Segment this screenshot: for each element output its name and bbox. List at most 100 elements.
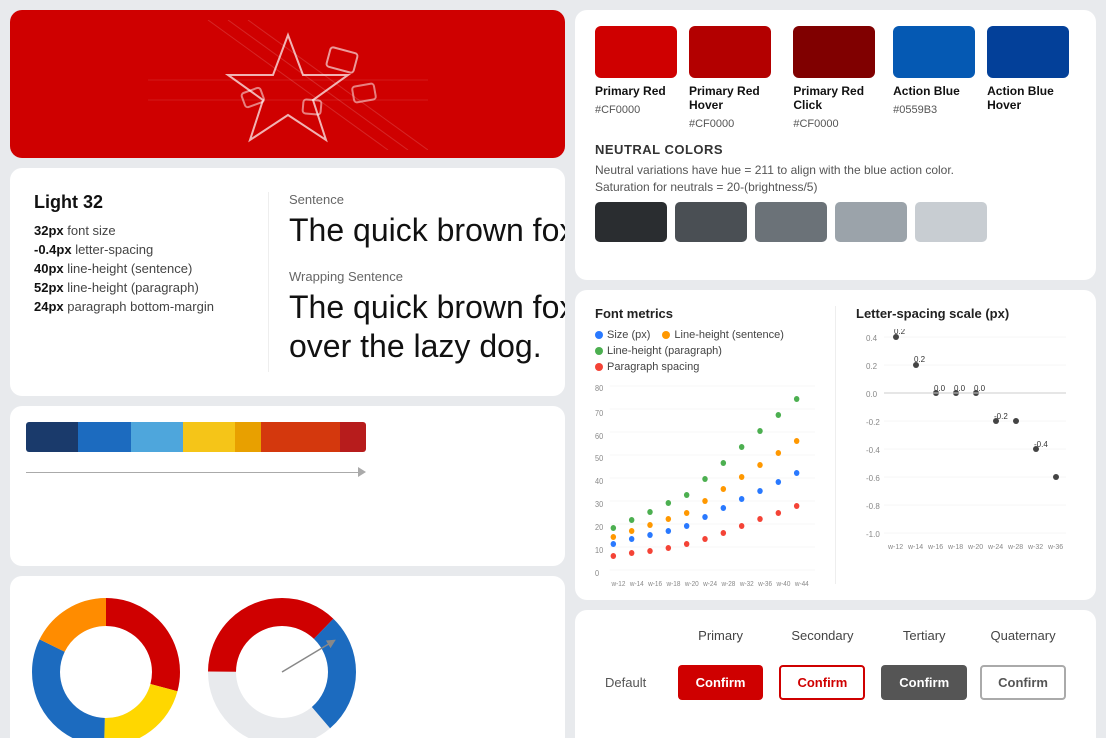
svg-text:70: 70	[595, 409, 603, 418]
typo-spec-bm: 24px paragraph bottom-margin	[34, 299, 244, 314]
svg-text:10: 10	[595, 546, 603, 555]
bar-seg-7	[340, 422, 366, 452]
letter-spacing-area: 0.4 0.2 0.0 -0.2 -0.4 -0.6 -0.8 -1.0	[856, 329, 1076, 549]
color-bars-card	[10, 406, 565, 566]
svg-text:w-20: w-20	[967, 544, 983, 551]
typo-spec-size: 32px font size	[34, 223, 244, 238]
font-metrics-legend: Size (px) Line-height (sentence) Line-he…	[595, 329, 815, 373]
col-header-label	[601, 628, 669, 655]
svg-text:w-24: w-24	[987, 544, 1003, 551]
neutral-desc-1: Neutral variations have hue = 211 to ali…	[595, 163, 1076, 177]
arrow-line	[26, 472, 358, 473]
legend-lhp: Line-height (paragraph)	[595, 345, 722, 357]
swatch-box-primary-red-click	[793, 26, 875, 78]
row-label-default: Default	[601, 657, 669, 708]
svg-text:0.4: 0.4	[866, 334, 878, 343]
swatch-box-action-blue-hover	[987, 26, 1069, 78]
primary-confirm-button[interactable]: Confirm	[678, 665, 764, 700]
svg-text:0.2: 0.2	[866, 362, 878, 371]
svg-text:60: 60	[595, 432, 603, 441]
typo-samples: Sentence The quick brown fox ju Wrapping…	[268, 192, 565, 372]
charts-card: Font metrics Size (px) Line-height (sent…	[575, 290, 1096, 600]
swatch-hex-primary-red-click: #CF0000	[793, 118, 881, 130]
svg-text:-0.4: -0.4	[866, 446, 880, 455]
swatch-hex-primary-red-hover: #CF0000	[689, 118, 781, 130]
btn-row-default: Default Confirm Confirm Confirm Confirm	[601, 657, 1070, 708]
col-header-tertiary: Tertiary	[874, 628, 974, 655]
swatch-hex-primary-red: #CF0000	[595, 104, 677, 116]
letter-spacing-title: Letter-spacing scale (px)	[856, 306, 1076, 321]
bar-seg-2	[78, 422, 130, 452]
font-metrics-chart: Font metrics Size (px) Line-height (sent…	[595, 306, 815, 584]
legend-dot-size	[595, 331, 603, 339]
legend-label-size: Size (px)	[607, 329, 650, 341]
svg-text:40: 40	[595, 477, 603, 486]
cell-secondary-default[interactable]: Confirm	[772, 657, 872, 708]
legend-label-lhs: Line-height (sentence)	[674, 329, 783, 341]
arrow-row	[26, 464, 366, 480]
arrow-head	[358, 467, 366, 477]
swatch-box-primary-red-hover	[689, 26, 771, 78]
typo-spec-lhs: 40px line-height (sentence)	[34, 261, 244, 276]
svg-text:w-36: w-36	[757, 581, 772, 588]
typo-spec-lhp: 52px line-height (paragraph)	[34, 280, 244, 295]
cell-quaternary-default[interactable]: Confirm	[976, 657, 1070, 708]
cell-tertiary-default[interactable]: Confirm	[874, 657, 974, 708]
swatch-action-blue: Action Blue #0559B3	[893, 26, 975, 130]
svg-text:w-16: w-16	[647, 581, 662, 588]
swatch-box-primary-red	[595, 26, 677, 78]
sentence-label: Sentence	[289, 192, 565, 207]
chart-divider	[835, 306, 836, 584]
right-panel: Primary Red #CF0000 Primary Red Hover #C…	[575, 0, 1106, 738]
swatch-action-blue-hover: Action Blue Hover	[987, 26, 1076, 130]
neutral-swatch-1	[595, 202, 667, 242]
donut-2	[202, 592, 362, 738]
svg-text:-0.6: -0.6	[866, 474, 880, 483]
svg-text:-0.8: -0.8	[866, 502, 880, 511]
legend-label-lhp: Line-height (paragraph)	[607, 345, 722, 357]
bar-seg-4	[183, 422, 235, 452]
svg-text:w-18: w-18	[666, 581, 681, 588]
col-header-quaternary: Quaternary	[976, 628, 1070, 655]
neutral-swatch-3	[755, 202, 827, 242]
svg-text:30: 30	[595, 500, 603, 509]
bar-seg-5	[235, 422, 261, 452]
legend-size: Size (px)	[595, 329, 650, 341]
swatch-hex-action-blue: #0559B3	[893, 104, 975, 116]
donut-1	[26, 592, 186, 738]
quaternary-confirm-button[interactable]: Confirm	[980, 665, 1066, 700]
typo-title: Light 32	[34, 192, 244, 213]
svg-text:80: 80	[595, 384, 603, 393]
svg-text:-0.2: -0.2	[866, 418, 880, 427]
legend-dot-lhp	[595, 347, 603, 355]
svg-text:w-36: w-36	[1047, 544, 1063, 551]
cell-primary-default[interactable]: Confirm	[671, 657, 771, 708]
svg-text:w-20: w-20	[684, 581, 699, 588]
colors-card: Primary Red #CF0000 Primary Red Hover #C…	[575, 10, 1096, 280]
wrap-label: Wrapping Sentence	[289, 269, 565, 284]
svg-text:w-14: w-14	[629, 581, 644, 588]
wrap-sample: The quick brown fox juover the lazy dog.	[289, 288, 565, 365]
legend-label-ps: Paragraph spacing	[607, 361, 699, 373]
btn-table-header-row: Primary Secondary Tertiary Quaternary	[601, 628, 1070, 655]
color-swatches: Primary Red #CF0000 Primary Red Hover #C…	[595, 26, 1076, 130]
svg-text:w-16: w-16	[927, 544, 943, 551]
font-metrics-area: 80 70 60 50 40 30 20 10 0	[595, 381, 815, 600]
swatch-name-primary-red-click: Primary Red Click	[793, 84, 881, 112]
legend-dot-lhs	[662, 331, 670, 339]
secondary-confirm-button[interactable]: Confirm	[779, 665, 865, 700]
neutral-title: NEUTRAL COLORS	[595, 142, 1076, 157]
typo-spec-ls: -0.4px letter-spacing	[34, 242, 244, 257]
neutral-desc-2: Saturation for neutrals = 20-(brightness…	[595, 180, 1076, 194]
svg-text:w-32: w-32	[739, 581, 754, 588]
neutral-swatch-4	[835, 202, 907, 242]
sentence-sample: The quick brown fox ju	[289, 211, 565, 249]
donuts-card	[10, 576, 565, 738]
typo-specs: Light 32 32px font size -0.4px letter-sp…	[34, 192, 244, 372]
swatch-name-primary-red-hover: Primary Red Hover	[689, 84, 781, 112]
svg-text:w-18: w-18	[947, 544, 963, 551]
neutral-swatch-5	[915, 202, 987, 242]
svg-text:w-40: w-40	[776, 581, 791, 588]
tertiary-confirm-button[interactable]: Confirm	[881, 665, 967, 700]
bar-seg-3	[131, 422, 183, 452]
